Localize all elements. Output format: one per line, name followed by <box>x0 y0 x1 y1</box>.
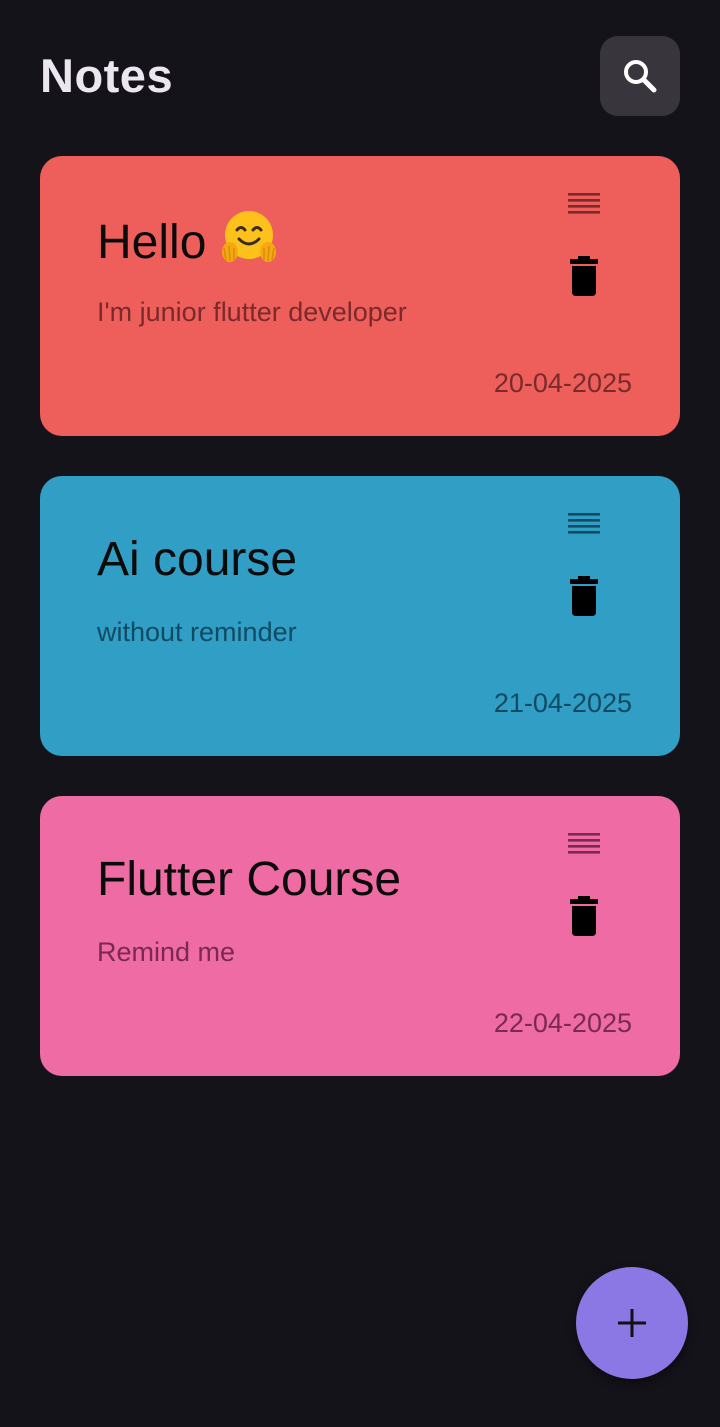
hugging-face-emoji-icon <box>220 208 278 283</box>
reorder-icon[interactable] <box>568 512 600 538</box>
note-card[interactable]: Hello I'm junior flutter developer 20-04… <box>40 156 680 436</box>
delete-icon[interactable] <box>570 256 598 296</box>
note-date: 22-04-2025 <box>493 1008 632 1038</box>
note-card[interactable]: Ai course without reminder 21-04-2025 <box>40 476 680 756</box>
note-body: Remind me <box>97 937 236 967</box>
add-icon <box>618 1309 646 1337</box>
note-body: without reminder <box>97 617 297 647</box>
delete-icon[interactable] <box>570 896 598 936</box>
search-button[interactable] <box>600 36 680 116</box>
reorder-icon[interactable] <box>568 192 600 218</box>
reorder-icon[interactable] <box>568 832 600 858</box>
note-body: I'm junior flutter developer <box>97 297 407 327</box>
delete-icon[interactable] <box>570 576 598 616</box>
page-title: Notes <box>40 49 174 102</box>
note-date: 20-04-2025 <box>493 368 632 398</box>
note-title: Ai course <box>97 533 298 586</box>
search-icon <box>624 60 657 93</box>
note-title: Hello <box>97 208 278 283</box>
note-card[interactable]: Flutter Course Remind me 22-04-2025 <box>40 796 680 1076</box>
note-title: Flutter Course <box>97 853 402 906</box>
add-note-button[interactable] <box>576 1267 688 1379</box>
note-date: 21-04-2025 <box>493 688 632 718</box>
